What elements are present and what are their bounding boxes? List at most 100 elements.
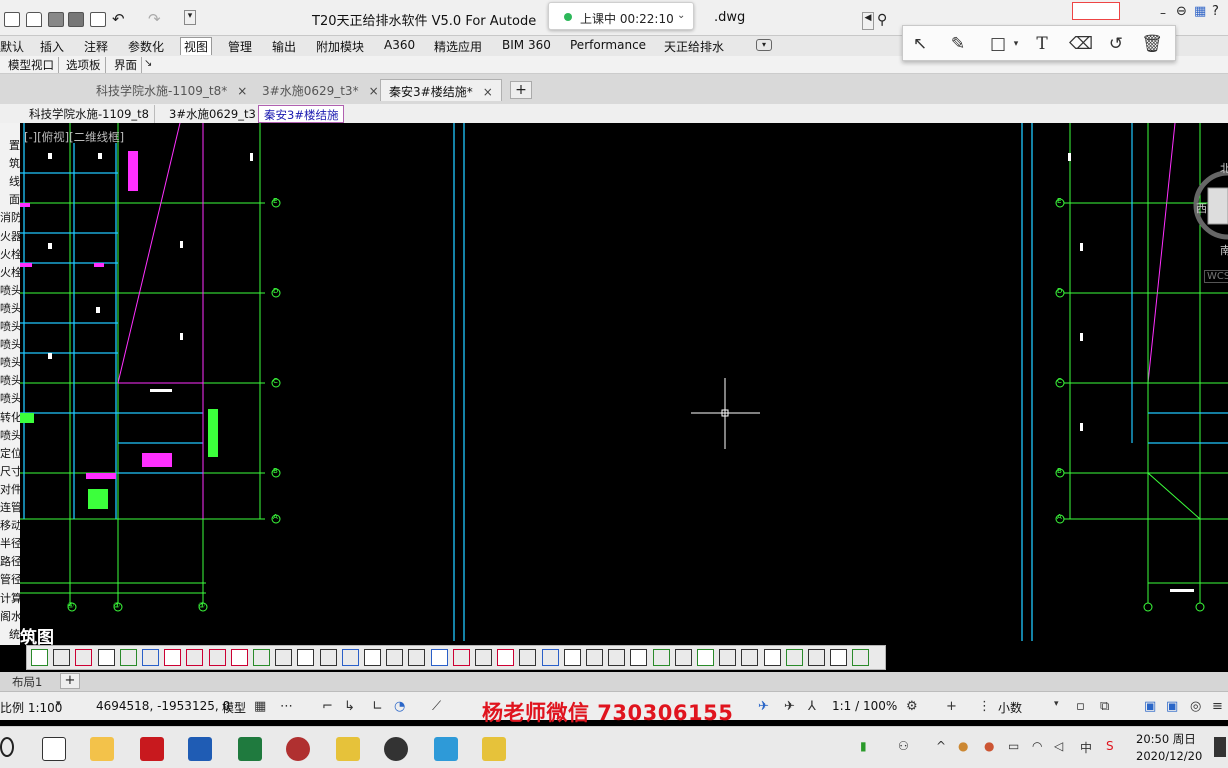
qat-dropdown-icon[interactable]: ▾ (184, 10, 196, 25)
tangent-tool-icon[interactable] (830, 649, 848, 666)
open-file-icon[interactable] (26, 12, 42, 27)
tangent-tool-icon[interactable] (674, 649, 692, 666)
palette-item[interactable]: 消防 (0, 209, 20, 225)
palette-item[interactable]: 计算 (0, 590, 20, 606)
apps-grid-icon[interactable]: ▦ (1194, 4, 1206, 19)
tangent-tool-icon[interactable] (719, 649, 737, 666)
tangent-tool-icon[interactable] (31, 649, 48, 666)
add-layout-icon[interactable]: + (60, 673, 80, 689)
network-icon[interactable]: ▭ (1008, 739, 1019, 753)
notifications-icon[interactable] (1214, 737, 1226, 757)
palette-item[interactable]: 统 (0, 626, 20, 642)
tangent-tool-icon[interactable] (763, 649, 781, 666)
tab-manage[interactable]: 管理 (228, 38, 252, 55)
snap-tracking-icon[interactable]: ⟋ (432, 699, 441, 714)
palette-item[interactable]: 面 (0, 191, 20, 207)
tab-parametric[interactable]: 参数化 (128, 38, 164, 55)
palette-item[interactable]: 路径 (0, 553, 20, 569)
view-cube[interactable]: 北 西 南 WCS (1184, 160, 1228, 290)
tangent-tool-icon[interactable] (164, 649, 182, 666)
tangent-tool-icon[interactable] (586, 649, 603, 666)
drawing-tab-3[interactable]: 秦安3#楼结施 (258, 105, 345, 123)
drawing-tab-2[interactable]: 3#水施0629_t3 (164, 105, 262, 123)
tangent-tool-icon[interactable] (364, 649, 381, 666)
tangent-tool-icon[interactable] (630, 649, 648, 666)
tangent-tool-icon[interactable] (741, 649, 759, 666)
file-tab-1[interactable]: 科技学院水施-1109_t8* × (88, 79, 255, 101)
tangent-tool-icon[interactable] (53, 649, 71, 666)
help-app-icon[interactable] (336, 737, 360, 761)
close-icon[interactable]: × (237, 84, 247, 98)
pointer-icon[interactable]: ↖ (909, 33, 931, 55)
tab-featured-apps[interactable]: 精选应用 (434, 38, 482, 55)
binoculars-icon[interactable]: ⚲ (877, 12, 887, 28)
volume-icon[interactable]: ◁ (1054, 739, 1063, 753)
tangent-tool-icon[interactable] (452, 649, 470, 666)
tangent-tool-icon[interactable] (119, 649, 137, 666)
palette-item[interactable]: 对件 (0, 481, 20, 497)
customize-icon[interactable]: ◎ (1190, 699, 1201, 714)
annotation-scale-icon[interactable]: ⅄ (808, 699, 816, 714)
tray-app-2-icon[interactable]: ● (984, 739, 994, 753)
isodraft-icon[interactable]: ∟ (372, 699, 383, 714)
print-icon[interactable] (90, 12, 106, 27)
palette-item[interactable]: 尺寸 (0, 463, 20, 479)
excel-icon[interactable] (238, 737, 262, 761)
auto-scale-icon[interactable]: ✈ (784, 699, 795, 714)
file-tab-2[interactable]: 3#水施0629_t3* × (254, 79, 387, 101)
gear-icon[interactable]: ⚙ (906, 699, 918, 714)
tangent-tool-icon[interactable] (275, 649, 293, 666)
palette-item[interactable]: 筑 (0, 155, 20, 171)
palette-item[interactable]: 管径 (0, 571, 20, 587)
clock-date[interactable]: 2020/12/20 (1136, 749, 1202, 763)
close-icon[interactable]: × (369, 84, 379, 98)
save-as-icon[interactable] (68, 12, 84, 27)
tangent-tool-icon[interactable] (608, 649, 626, 666)
drawing-canvas[interactable] (20, 122, 1228, 641)
people-icon[interactable]: ⚇ (898, 739, 909, 753)
tangent-tool-icon[interactable] (208, 649, 226, 666)
polar-icon[interactable]: ↳ (344, 699, 355, 714)
wifi-icon[interactable]: ◠ (1032, 739, 1042, 753)
tangent-tool-icon[interactable] (852, 649, 870, 666)
tab-a360[interactable]: A360 (384, 38, 415, 52)
interface-button[interactable]: 界面 (114, 57, 142, 73)
tab-annotate[interactable]: 注释 (84, 38, 108, 55)
class-timer[interactable]: 上课中 00:22:10 ⌄ (548, 2, 694, 30)
clock-time[interactable]: 20:50 周日 (1136, 731, 1196, 747)
tangent-tool-icon[interactable] (519, 649, 537, 666)
wcs-menu[interactable]: WCS (1204, 270, 1228, 283)
trash-icon[interactable]: 🗑 (1141, 33, 1163, 55)
autocad-icon[interactable] (140, 737, 164, 761)
help-icon[interactable]: ? (1212, 4, 1219, 19)
clean-screen-icon[interactable]: ▣ (1166, 699, 1178, 714)
app-icon[interactable] (286, 737, 310, 761)
palette-item[interactable]: 转化 (0, 409, 20, 425)
task-view-icon[interactable] (42, 737, 66, 761)
units-selector[interactable]: 小数 (998, 699, 1022, 716)
tab-performance[interactable]: Performance (570, 38, 646, 52)
tab-view[interactable]: 视图 (180, 37, 213, 55)
palette-item[interactable]: 喷头 (0, 282, 20, 298)
battery-icon[interactable]: ▮ (860, 739, 867, 753)
isolate-icon[interactable]: ⧉ (1100, 699, 1109, 714)
panel-expand-icon[interactable]: ↘ (144, 58, 152, 69)
undo-icon[interactable]: ↺ (1105, 33, 1127, 55)
palette-item[interactable]: 喷头 (0, 390, 20, 406)
tangent-tool-icon[interactable] (253, 649, 270, 666)
annotation-scale-selector[interactable]: 1:1 / 100% (832, 699, 897, 713)
ribbon-minimize-icon[interactable]: ▾ (756, 39, 772, 51)
tangent-tool-icon[interactable] (563, 649, 581, 666)
tangent-tool-icon[interactable] (785, 649, 803, 666)
palette-item[interactable]: 喷头 (0, 336, 20, 352)
snap-icon[interactable]: ⋯ (280, 699, 293, 714)
close-icon[interactable]: × (483, 85, 493, 99)
word-icon[interactable] (188, 737, 212, 761)
chevron-down-icon[interactable]: ▾ (1005, 33, 1027, 55)
new-file-icon[interactable] (4, 12, 20, 27)
save-icon[interactable] (48, 12, 64, 27)
grid-icon[interactable]: ▦ (254, 699, 266, 714)
tangent-tool-icon[interactable] (319, 649, 337, 666)
chevron-down-icon[interactable]: ⌄ (677, 10, 685, 21)
tangent-tool-icon[interactable] (475, 649, 492, 666)
